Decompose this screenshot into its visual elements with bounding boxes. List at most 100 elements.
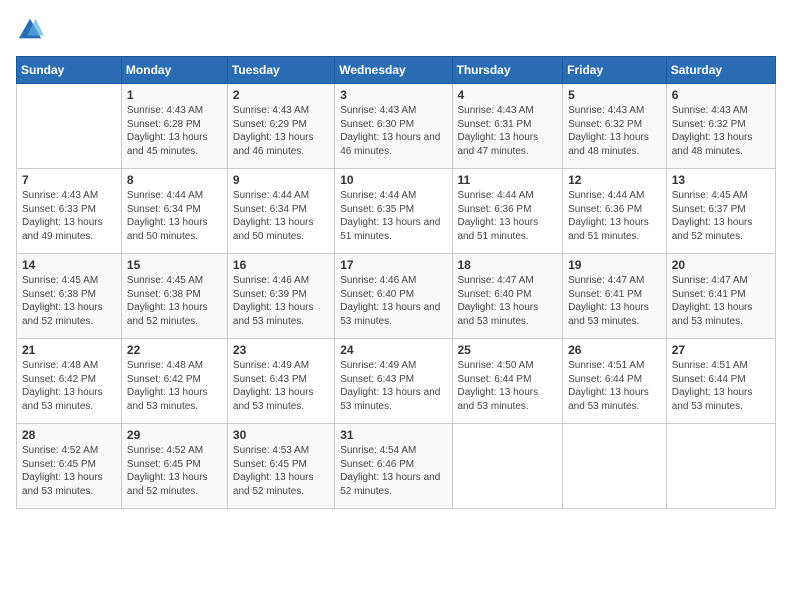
week-row-0: 1Sunrise: 4:43 AMSunset: 6:28 PMDaylight… — [17, 84, 776, 169]
day-cell — [17, 84, 122, 169]
day-cell: 24Sunrise: 4:49 AMSunset: 6:43 PMDayligh… — [335, 339, 452, 424]
header-cell-monday: Monday — [121, 57, 227, 84]
day-cell: 5Sunrise: 4:43 AMSunset: 6:32 PMDaylight… — [563, 84, 667, 169]
day-number: 12 — [568, 173, 661, 187]
day-info: Sunrise: 4:54 AMSunset: 6:46 PMDaylight:… — [340, 444, 446, 498]
day-info: Sunrise: 4:43 AMSunset: 6:32 PMDaylight:… — [672, 104, 770, 158]
day-cell: 11 Sunrise: 4:44 AMSunset: 6:36 PMDayligh… — [452, 169, 563, 254]
day-info: Sunrise: 4:43 AMSunset: 6:29 PMDaylight:… — [233, 104, 329, 158]
day-info: Sunrise: 4:45 AMSunset: 6:38 PMDaylight:… — [127, 274, 222, 328]
day-number: 29 — [127, 428, 222, 442]
day-number: 22 — [127, 343, 222, 357]
day-cell: 23Sunrise: 4:49 AMSunset: 6:43 PMDayligh… — [227, 339, 334, 424]
day-number: 8 — [127, 173, 222, 187]
day-info: Sunrise: 4:51 AMSunset: 6:44 PMDaylight:… — [568, 359, 661, 413]
day-number: 25 — [458, 343, 558, 357]
logo-icon — [16, 16, 44, 44]
day-info: Sunrise: 4:52 AMSunset: 6:45 PMDaylight:… — [127, 444, 222, 498]
day-cell: 15 Sunrise: 4:45 AMSunset: 6:38 PMDayligh… — [121, 254, 227, 339]
header-cell-sunday: Sunday — [17, 57, 122, 84]
day-cell: 26 Sunrise: 4:51 AMSunset: 6:44 PMDayligh… — [563, 339, 667, 424]
day-cell: 13 Sunrise: 4:45 AMSunset: 6:37 PMDayligh… — [666, 169, 775, 254]
day-number: 10 — [340, 173, 446, 187]
day-info: Sunrise: 4:48 AMSunset: 6:42 PMDaylight:… — [22, 359, 116, 413]
day-cell: 12 Sunrise: 4:44 AMSunset: 6:36 PMDayligh… — [563, 169, 667, 254]
day-cell — [452, 424, 563, 509]
day-cell: 19 Sunrise: 4:47 AMSunset: 6:41 PMDayligh… — [563, 254, 667, 339]
day-number: 6 — [672, 88, 770, 102]
day-cell: 20 Sunrise: 4:47 AMSunset: 6:41 PMDayligh… — [666, 254, 775, 339]
day-cell: 30 Sunrise: 4:53 AMSunset: 6:45 PMDayligh… — [227, 424, 334, 509]
day-number: 21 — [22, 343, 116, 357]
day-number: 18 — [458, 258, 558, 272]
day-cell: 31 Sunrise: 4:54 AMSunset: 6:46 PMDayligh… — [335, 424, 452, 509]
logo — [16, 16, 48, 44]
day-number: 7 — [22, 173, 116, 187]
day-number: 4 — [458, 88, 558, 102]
day-cell: 2 Sunrise: 4:43 AMSunset: 6:29 PMDaylight… — [227, 84, 334, 169]
day-number: 31 — [340, 428, 446, 442]
day-info: Sunrise: 4:43 AMSunset: 6:28 PMDaylight:… — [127, 104, 222, 158]
week-row-1: 7 Sunrise: 4:43 AMSunset: 6:33 PMDaylight… — [17, 169, 776, 254]
week-row-2: 14 Sunrise: 4:45 AMSunset: 6:38 PMDayligh… — [17, 254, 776, 339]
day-cell: 3 Sunrise: 4:43 AMSunset: 6:30 PMDaylight… — [335, 84, 452, 169]
day-info: Sunrise: 4:43 AMSunset: 6:30 PMDaylight:… — [340, 104, 446, 158]
header-cell-friday: Friday — [563, 57, 667, 84]
day-cell: 22 Sunrise: 4:48 AMSunset: 6:42 PMDayligh… — [121, 339, 227, 424]
day-cell: 17Sunrise: 4:46 AMSunset: 6:40 PMDayligh… — [335, 254, 452, 339]
day-number: 9 — [233, 173, 329, 187]
day-cell: 6 Sunrise: 4:43 AMSunset: 6:32 PMDaylight… — [666, 84, 775, 169]
day-cell: 27Sunrise: 4:51 AMSunset: 6:44 PMDayligh… — [666, 339, 775, 424]
day-number: 26 — [568, 343, 661, 357]
day-info: Sunrise: 4:50 AMSunset: 6:44 PMDaylight:… — [458, 359, 558, 413]
day-cell: 18 Sunrise: 4:47 AMSunset: 6:40 PMDayligh… — [452, 254, 563, 339]
day-info: Sunrise: 4:45 AMSunset: 6:37 PMDaylight:… — [672, 189, 770, 243]
day-number: 11 — [458, 173, 558, 187]
day-cell — [563, 424, 667, 509]
day-info: Sunrise: 4:44 AMSunset: 6:34 PMDaylight:… — [233, 189, 329, 243]
day-cell: 4 Sunrise: 4:43 AMSunset: 6:31 PMDaylight… — [452, 84, 563, 169]
day-number: 24 — [340, 343, 446, 357]
day-cell: 9 Sunrise: 4:44 AMSunset: 6:34 PMDaylight… — [227, 169, 334, 254]
day-number: 19 — [568, 258, 661, 272]
header — [16, 16, 776, 44]
day-number: 20 — [672, 258, 770, 272]
day-number: 3 — [340, 88, 446, 102]
header-cell-wednesday: Wednesday — [335, 57, 452, 84]
day-number: 13 — [672, 173, 770, 187]
day-cell: 7 Sunrise: 4:43 AMSunset: 6:33 PMDaylight… — [17, 169, 122, 254]
day-info: Sunrise: 4:47 AMSunset: 6:40 PMDaylight:… — [458, 274, 558, 328]
day-info: Sunrise: 4:47 AMSunset: 6:41 PMDaylight:… — [568, 274, 661, 328]
day-info: Sunrise: 4:43 AMSunset: 6:31 PMDaylight:… — [458, 104, 558, 158]
day-info: Sunrise: 4:48 AMSunset: 6:42 PMDaylight:… — [127, 359, 222, 413]
day-info: Sunrise: 4:53 AMSunset: 6:45 PMDaylight:… — [233, 444, 329, 498]
day-cell: 8 Sunrise: 4:44 AMSunset: 6:34 PMDaylight… — [121, 169, 227, 254]
day-info: Sunrise: 4:44 AMSunset: 6:36 PMDaylight:… — [568, 189, 661, 243]
day-number: 15 — [127, 258, 222, 272]
day-cell: 10Sunrise: 4:44 AMSunset: 6:35 PMDayligh… — [335, 169, 452, 254]
day-number: 14 — [22, 258, 116, 272]
day-number: 27 — [672, 343, 770, 357]
day-number: 23 — [233, 343, 329, 357]
day-info: Sunrise: 4:46 AMSunset: 6:40 PMDaylight:… — [340, 274, 446, 328]
day-number: 28 — [22, 428, 116, 442]
day-number: 2 — [233, 88, 329, 102]
header-cell-tuesday: Tuesday — [227, 57, 334, 84]
day-cell: 14Sunrise: 4:45 AMSunset: 6:38 PMDayligh… — [17, 254, 122, 339]
header-cell-thursday: Thursday — [452, 57, 563, 84]
day-info: Sunrise: 4:47 AMSunset: 6:41 PMDaylight:… — [672, 274, 770, 328]
day-info: Sunrise: 4:43 AMSunset: 6:33 PMDaylight:… — [22, 189, 116, 243]
day-info: Sunrise: 4:46 AMSunset: 6:39 PMDaylight:… — [233, 274, 329, 328]
day-cell: 21 Sunrise: 4:48 AMSunset: 6:42 PMDayligh… — [17, 339, 122, 424]
day-number: 30 — [233, 428, 329, 442]
day-cell: 29 Sunrise: 4:52 AMSunset: 6:45 PMDayligh… — [121, 424, 227, 509]
day-cell: 16Sunrise: 4:46 AMSunset: 6:39 PMDayligh… — [227, 254, 334, 339]
day-info: Sunrise: 4:44 AMSunset: 6:36 PMDaylight:… — [458, 189, 558, 243]
header-row: SundayMondayTuesdayWednesdayThursdayFrid… — [17, 57, 776, 84]
day-cell: 25 Sunrise: 4:50 AMSunset: 6:44 PMDayligh… — [452, 339, 563, 424]
header-cell-saturday: Saturday — [666, 57, 775, 84]
day-cell — [666, 424, 775, 509]
day-number: 5 — [568, 88, 661, 102]
day-info: Sunrise: 4:44 AMSunset: 6:34 PMDaylight:… — [127, 189, 222, 243]
calendar-table: SundayMondayTuesdayWednesdayThursdayFrid… — [16, 56, 776, 509]
